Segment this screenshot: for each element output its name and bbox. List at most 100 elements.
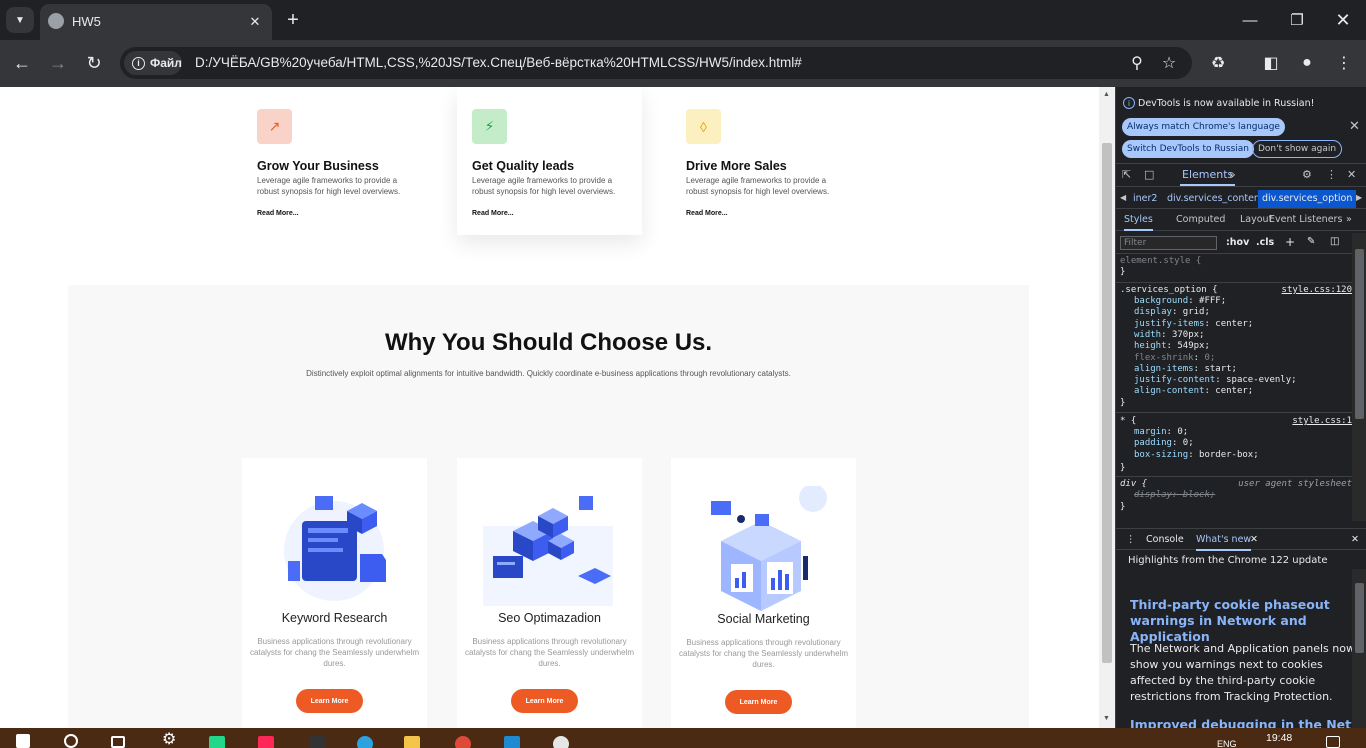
app-icon[interactable]	[553, 736, 569, 748]
more-subtabs-icon[interactable]: »	[1346, 214, 1352, 225]
drawer-menu-icon[interactable]: ⋮	[1126, 534, 1136, 545]
style-property[interactable]: margin: 0;	[1134, 427, 1188, 438]
close-devtools-icon[interactable]: ✕	[1347, 168, 1356, 181]
styles-filter-input[interactable]: Filter	[1120, 236, 1217, 250]
sidebar-toggle-icon[interactable]: ◫	[1330, 236, 1339, 247]
crumb-item[interactable]: iner2	[1133, 193, 1157, 204]
dont-show-again-button[interactable]: Don't show again	[1252, 140, 1343, 158]
clock[interactable]: 19:48	[1266, 732, 1292, 744]
tab-elements[interactable]: Elements	[1180, 168, 1236, 186]
new-tab-button[interactable]: +	[282, 9, 304, 31]
tab-whats-new[interactable]: What's new	[1196, 534, 1252, 551]
chrome-icon[interactable]	[455, 736, 471, 748]
crumb-item[interactable]: div.services_content	[1167, 193, 1264, 204]
crumb-left-arrow[interactable]: ◀	[1120, 193, 1126, 202]
close-window-button[interactable]: ✕	[1331, 8, 1355, 32]
cls-toggle[interactable]: .cls	[1256, 237, 1274, 248]
page-scrollbar[interactable]: ▲ ▼	[1099, 87, 1115, 728]
restore-button[interactable]: ❐	[1285, 8, 1309, 32]
language-indicator[interactable]: ENG	[1217, 739, 1237, 748]
vscode-icon[interactable]	[504, 736, 520, 748]
match-language-button[interactable]: Always match Chrome's language	[1122, 118, 1285, 136]
style-property[interactable]: display: block;	[1134, 490, 1215, 501]
address-bar[interactable]: i Файл D:/УЧЁБА/GB%20учеба/HTML,CSS,%20JS…	[120, 47, 1192, 79]
scroll-down-arrow[interactable]: ▼	[1103, 715, 1110, 722]
search-icon[interactable]	[64, 734, 78, 748]
forward-button[interactable]: →	[47, 52, 69, 74]
whats-new-heading[interactable]: Third-party cookie phaseout warnings in …	[1130, 597, 1352, 645]
scroll-thumb[interactable]	[1355, 249, 1364, 419]
crumb-right-arrow[interactable]: ▶	[1356, 193, 1362, 202]
tab-search-button[interactable]: ▼	[6, 7, 34, 33]
tab-styles[interactable]: Styles	[1124, 214, 1153, 231]
tab-event-listeners[interactable]: Event Listeners	[1269, 214, 1342, 225]
styles-scrollbar[interactable]	[1352, 233, 1366, 521]
switch-russian-button[interactable]: Switch DevTools to Russian	[1122, 140, 1254, 158]
close-icon[interactable]: ✕	[1349, 119, 1360, 134]
learn-more-button[interactable]: Learn More	[296, 689, 363, 713]
terminal-icon[interactable]	[309, 736, 325, 748]
style-property[interactable]: justify-items: center;	[1134, 319, 1253, 330]
style-property[interactable]: align-content: center;	[1134, 386, 1253, 397]
styles-pane: element.style { } .services_option { sty…	[1116, 254, 1352, 521]
close-icon[interactable]: ✕	[1250, 534, 1258, 545]
browser-tab[interactable]: HW5 ✕	[40, 4, 272, 40]
site-info-chip[interactable]: i Файл	[124, 51, 182, 75]
side-panel-icon[interactable]: ◧	[1260, 52, 1282, 74]
style-property[interactable]: width: 370px;	[1134, 330, 1204, 341]
pycharm-icon[interactable]	[209, 736, 225, 748]
rule-close-brace: }	[1120, 398, 1126, 408]
tab-console[interactable]: Console	[1146, 534, 1184, 545]
hov-toggle[interactable]: :hov	[1226, 237, 1249, 248]
inspect-element-icon[interactable]: ⇱	[1122, 168, 1131, 181]
whats-new-heading-2[interactable]: Improved debugging in the Network	[1130, 717, 1352, 728]
back-button[interactable]: ←	[11, 52, 33, 74]
style-property[interactable]: background: #FFF;	[1134, 296, 1226, 307]
more-options-icon[interactable]: ⋮	[1326, 168, 1337, 181]
learn-more-button[interactable]: Learn More	[511, 689, 578, 713]
drawer-scrollbar[interactable]	[1352, 569, 1366, 728]
style-property[interactable]: flex-shrink: 0;	[1134, 353, 1215, 364]
scroll-thumb[interactable]	[1355, 583, 1364, 653]
minimize-button[interactable]: —	[1238, 8, 1262, 32]
scroll-thumb[interactable]	[1102, 143, 1112, 663]
settings-icon[interactable]: ⚙	[1302, 168, 1312, 181]
intellij-icon[interactable]	[258, 736, 274, 748]
profile-icon[interactable]: ●	[1296, 52, 1318, 74]
style-property[interactable]: height: 549px;	[1134, 341, 1210, 352]
read-more-link[interactable]: Read More...	[686, 210, 728, 217]
tab-layout[interactable]: Layout	[1240, 214, 1272, 225]
read-more-link[interactable]: Read More...	[257, 210, 299, 217]
rule-selector: div {	[1120, 479, 1148, 489]
extensions-icon[interactable]: ♻	[1207, 52, 1229, 74]
read-more-link[interactable]: Read More...	[472, 210, 514, 217]
task-view-icon[interactable]	[111, 736, 125, 748]
zoom-icon[interactable]: ⚲	[1126, 52, 1148, 74]
learn-more-button[interactable]: Learn More	[725, 690, 792, 714]
crumb-item-selected[interactable]: div.services_option	[1258, 190, 1357, 208]
close-drawer-icon[interactable]: ✕	[1351, 534, 1359, 545]
rule-source-link[interactable]: style.css:120	[1282, 285, 1352, 296]
file-explorer-icon[interactable]	[404, 736, 420, 748]
style-property[interactable]: justify-content: space-evenly;	[1134, 375, 1297, 386]
windows-start-icon[interactable]	[16, 734, 30, 748]
style-property[interactable]: padding: 0;	[1134, 438, 1194, 449]
bookmark-star-icon[interactable]: ☆	[1158, 52, 1180, 74]
rule-source-link[interactable]: style.css:1	[1292, 416, 1352, 427]
style-property[interactable]: box-sizing: border-box;	[1134, 450, 1259, 461]
paint-icon[interactable]: ✎	[1307, 236, 1315, 247]
settings-icon[interactable]: ⚙	[162, 729, 178, 748]
rule-selector: .services_option {	[1120, 285, 1218, 295]
tab-computed[interactable]: Computed	[1176, 214, 1225, 225]
telegram-icon[interactable]	[357, 736, 373, 748]
scroll-up-arrow[interactable]: ▲	[1103, 91, 1110, 98]
menu-icon[interactable]: ⋮	[1333, 52, 1355, 74]
style-property[interactable]: display: grid;	[1134, 307, 1210, 318]
device-toolbar-icon[interactable]: □	[1144, 168, 1154, 181]
notifications-icon[interactable]	[1326, 736, 1340, 748]
more-tabs-icon[interactable]: »	[1229, 168, 1236, 181]
reload-button[interactable]: ↻	[83, 52, 105, 74]
style-property[interactable]: align-items: start;	[1134, 364, 1237, 375]
close-icon[interactable]: ✕	[246, 13, 264, 31]
add-rule-icon[interactable]: +	[1285, 235, 1295, 249]
